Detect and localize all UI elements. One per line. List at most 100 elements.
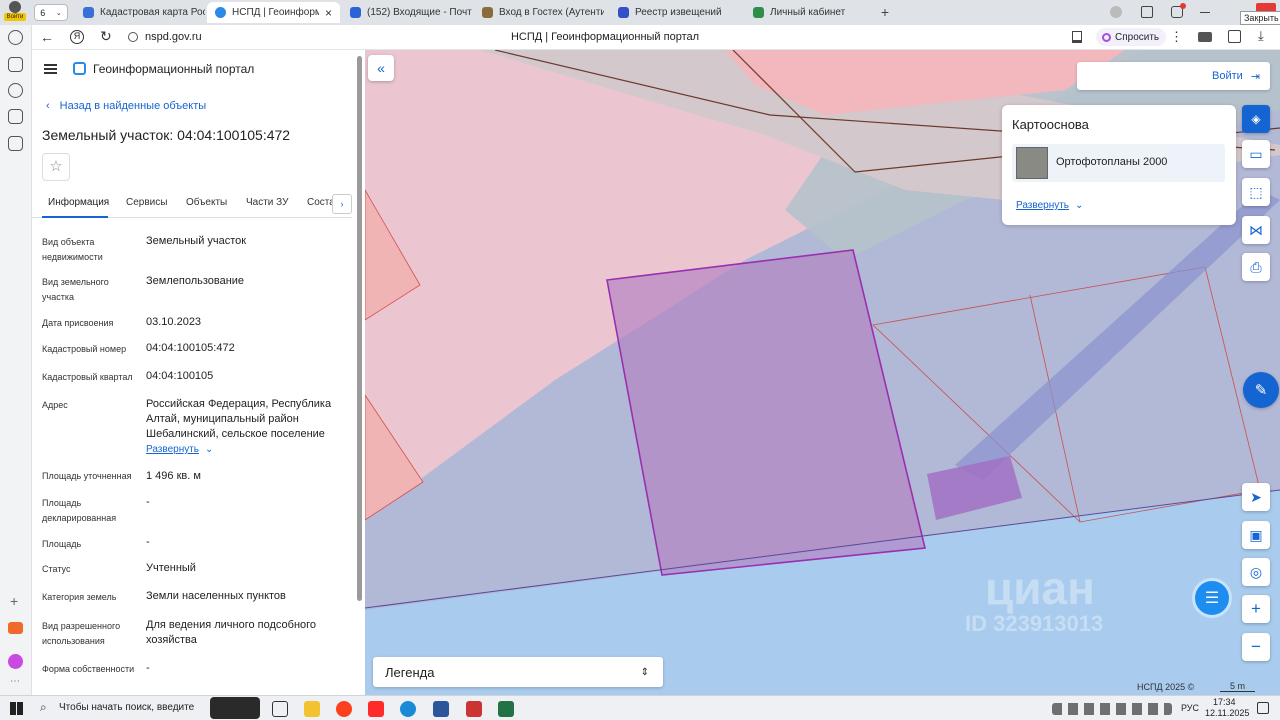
sixth-icon[interactable] [8, 109, 23, 124]
task-view-icon[interactable] [272, 701, 288, 717]
tab-count-button[interactable]: 6 ⌄ [34, 4, 68, 21]
tab-mail[interactable]: (152) Входящие - Почта М [342, 2, 472, 23]
notification-dot [1180, 3, 1186, 9]
add-icon[interactable]: + [10, 593, 18, 609]
yandex-icon[interactable] [368, 701, 384, 717]
account-icon[interactable] [1110, 6, 1122, 18]
alice-app-icon[interactable] [8, 654, 23, 669]
chat-icon: ☰ [1204, 590, 1220, 607]
field-value: 04:04:100105 [146, 370, 214, 382]
widget-icon[interactable] [210, 697, 260, 719]
panel-scrollbar[interactable] [357, 56, 362, 601]
tab-services[interactable]: Сервисы [126, 197, 167, 208]
collapse-panel-button[interactable]: « [368, 55, 394, 81]
basemap-expand-link[interactable]: Развернуть ⌄ [1016, 200, 1083, 211]
close-tab-icon[interactable]: × [325, 6, 332, 20]
chat-button[interactable]: ☰ [1192, 578, 1232, 618]
site-info-icon[interactable] [128, 32, 138, 42]
page-title: НСПД | Геоинформационный портал [510, 31, 700, 43]
chevron-down-icon: ⌄ [55, 9, 62, 17]
area-select-icon[interactable]: ⬚ [1242, 178, 1270, 206]
login-label: Войти [1211, 70, 1243, 82]
legend-select[interactable]: Легенда ⇕ [373, 657, 663, 687]
reload-icon[interactable]: ↻ [100, 28, 112, 45]
field-label: Кадастровый номер [42, 344, 127, 354]
notification-center-icon[interactable] [1257, 702, 1269, 714]
yandex-icon[interactable]: Я [70, 30, 84, 44]
tab-nspd[interactable]: НСПД | Геоинформаци × [207, 2, 340, 23]
login-button[interactable]: Войти ⇥ [1077, 62, 1270, 90]
file-explorer-icon[interactable] [304, 701, 320, 717]
tab-personal-cabinet[interactable]: Личный кабинет [745, 2, 875, 23]
tab-favicon-icon [350, 7, 361, 18]
orthophoto-thumbnail-icon [1016, 147, 1048, 179]
tab-gostech[interactable]: Вход в Гостех (Аутентиф [474, 2, 604, 23]
chevron-left-icon: ‹ [46, 100, 50, 112]
minimap-icon[interactable]: ▣ [1242, 521, 1270, 549]
tab-label: Личный кабинет [770, 7, 846, 18]
legend-label: Легенда [385, 664, 435, 680]
print-icon[interactable]: ⎙ [1242, 253, 1270, 281]
favorite-button[interactable]: ☆ [42, 153, 70, 181]
zoom-out-button[interactable]: − [1242, 633, 1270, 661]
collections-icon[interactable] [1141, 6, 1153, 18]
tab-objects[interactable]: Объекты [186, 197, 227, 208]
history-icon[interactable] [8, 30, 23, 45]
tab-cadastral-map[interactable]: Кадастровая карта Росс [75, 2, 205, 23]
field-value: 03.10.2023 [146, 316, 202, 328]
back-link[interactable]: ‹ Назад в найденные объекты [46, 100, 206, 112]
minimize-icon[interactable] [1200, 12, 1210, 13]
layers-button[interactable]: ◈ [1242, 105, 1270, 133]
ask-button[interactable]: Спросить [1096, 28, 1166, 46]
tray-icons[interactable] [1052, 703, 1172, 715]
basemap-option[interactable]: Ортофотопланы 2000 [1012, 144, 1225, 182]
profile-avatar[interactable]: Войти [4, 1, 26, 24]
tab-land-parts[interactable]: Части ЗУ [246, 197, 288, 208]
field-label: Категория земель [42, 592, 117, 602]
new-tab-button[interactable]: + [876, 4, 894, 21]
basemap-option-label: Ортофотопланы 2000 [1056, 156, 1168, 168]
tab-composition[interactable]: Соста [307, 197, 335, 208]
yandex-browser-icon[interactable] [336, 701, 352, 717]
tab-favicon-icon [83, 7, 94, 18]
tab-registry[interactable]: Реестр извещений [610, 2, 740, 23]
alice-icon [1102, 32, 1111, 42]
share-icon[interactable]: ⋈ [1242, 216, 1270, 244]
notes-icon[interactable] [8, 57, 23, 72]
reading-icon[interactable] [1228, 30, 1241, 43]
more-menu-icon[interactable]: ⋮ [1170, 29, 1183, 45]
mail-app-icon[interactable] [8, 622, 23, 634]
bookmark-icon[interactable] [1072, 31, 1082, 43]
ruler-icon[interactable]: ▭ [1242, 140, 1270, 168]
language-indicator[interactable]: РУС [1181, 703, 1199, 713]
word-icon[interactable] [433, 701, 449, 717]
grid-icon[interactable]: ⋯ [10, 676, 20, 687]
basemap-title: Картооснова [1012, 117, 1089, 132]
field-label: Площадь декларированная [42, 498, 117, 523]
tab-information[interactable]: Информация [48, 197, 109, 208]
play-icon[interactable] [8, 83, 23, 98]
browser-sidebar: + ⋯ [0, 25, 32, 695]
back-arrow-icon[interactable]: ← [40, 29, 54, 45]
url-field[interactable]: nspd.gov.ru [145, 31, 202, 43]
extension-icon[interactable] [1198, 32, 1212, 42]
locate-icon[interactable]: ➤ [1242, 483, 1270, 511]
ask-label: Спросить [1115, 31, 1160, 43]
geolocation-icon[interactable]: ◎ [1242, 558, 1270, 586]
edge-icon[interactable] [400, 701, 416, 717]
taskbar-search-input[interactable]: Чтобы начать поиск, введите [59, 702, 194, 713]
feedback-icon[interactable]: ✎ [1243, 372, 1279, 408]
media-icon[interactable] [8, 136, 23, 151]
app-icon[interactable] [466, 701, 482, 717]
windows-start-icon[interactable] [10, 702, 23, 715]
downloads-icon[interactable]: ⤓ [1258, 28, 1264, 44]
notifications-icon[interactable] [1171, 3, 1186, 18]
avatar-icon [9, 1, 21, 13]
tabs-scroll-right-button[interactable]: › [332, 194, 352, 214]
zoom-in-button[interactable]: + [1242, 595, 1270, 623]
tab-favicon-icon [482, 7, 493, 18]
excel-icon[interactable] [498, 701, 514, 717]
hamburger-menu-icon[interactable] [44, 64, 57, 74]
expand-address-link[interactable]: Развернуть ⌄ [146, 444, 213, 455]
map-view[interactable]: циан ID 323913013 « Войти ⇥ Картооснова … [365, 50, 1280, 695]
